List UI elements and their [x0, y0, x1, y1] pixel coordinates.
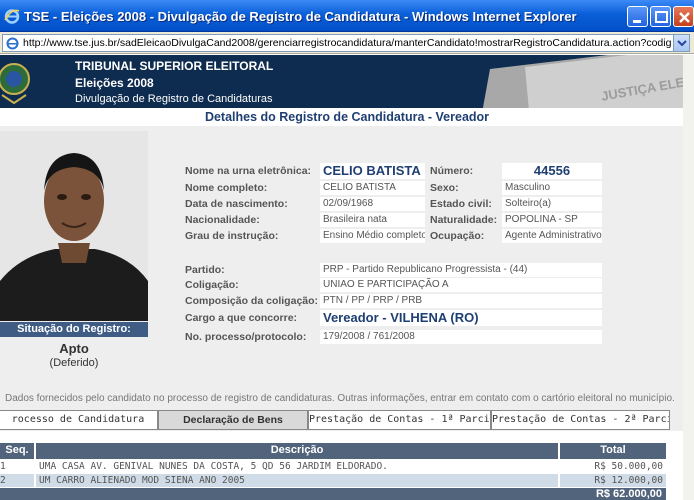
page-icon	[6, 37, 19, 50]
civil-label: Estado civil:	[430, 198, 492, 210]
info-note: Dados fornecidos pelo candidato no proce…	[5, 393, 675, 404]
table-total-row: R$ 62.000,00	[0, 488, 666, 500]
birth-label: Data de nascimento:	[185, 198, 288, 210]
col-header-total: Total	[560, 443, 666, 459]
candidate-photo	[0, 131, 148, 321]
nationality-label: Nacionalidade:	[185, 214, 260, 226]
window-titlebar: TSE - Eleições 2008 - Divulgação de Regi…	[0, 0, 694, 32]
url-text: http://www.tse.jus.br/sadEleicaoDivulgaC…	[23, 37, 671, 49]
maximize-button[interactable]	[650, 6, 671, 27]
org-name: TRIBUNAL SUPERIOR ELEITORAL	[75, 59, 274, 73]
vertical-scrollbar[interactable]	[683, 55, 694, 500]
party-value: PRP - Partido Republicano Progressista -…	[320, 263, 602, 277]
tab-processo-candidatura[interactable]: rocesso de Candidatura	[0, 410, 158, 430]
ballot-name-value: CELIO BATISTA	[320, 163, 425, 179]
nationality-value: Brasileira nata	[320, 213, 425, 227]
window-title: TSE - Eleições 2008 - Divulgação de Regi…	[24, 9, 577, 24]
occupation-label: Ocupação:	[430, 230, 485, 242]
civil-value: Solteiro(a)	[502, 197, 602, 211]
status-label: Situação do Registro:	[0, 322, 148, 337]
coalition-composition-label: Composição da coligação:	[185, 295, 319, 307]
internet-explorer-icon	[4, 9, 20, 24]
row-seq: 2	[0, 474, 34, 487]
close-button[interactable]	[673, 6, 694, 27]
election-name: Eleições 2008	[75, 76, 154, 90]
tab-bar: rocesso de Candidatura Declaração de Ben…	[0, 410, 694, 430]
coalition-composition-value: PTN / PP / PRP / PRB	[320, 294, 602, 308]
close-icon	[679, 12, 690, 23]
number-label: Número:	[430, 165, 474, 177]
page-content: TRIBUNAL SUPERIOR ELEITORAL Eleições 200…	[0, 55, 694, 500]
process-value: 179/2008 / 761/2008	[320, 330, 602, 344]
tab-declaracao-bens[interactable]: Declaração de Bens	[158, 410, 308, 430]
address-bar: http://www.tse.jus.br/sadEleicaoDivulgaC…	[0, 32, 694, 54]
full-name-label: Nome completo:	[185, 182, 268, 194]
url-field[interactable]: http://www.tse.jus.br/sadEleicaoDivulgaC…	[2, 34, 690, 52]
number-value: 44556	[502, 163, 602, 179]
section-title: Detalhes do Registro de Candidatura - Ve…	[0, 108, 694, 126]
assets-total: R$ 62.000,00	[595, 488, 662, 500]
office-value: Vereador - VILHENA (RO)	[320, 310, 602, 326]
row-total: R$ 50.000,00	[560, 460, 666, 473]
birthplace-value: POPOLINA - SP	[502, 213, 602, 227]
ballot-name-label: Nome na urna eletrônica:	[185, 165, 312, 177]
url-dropdown-button[interactable]	[673, 35, 689, 51]
minimize-button[interactable]	[627, 6, 648, 27]
tse-banner: TRIBUNAL SUPERIOR ELEITORAL Eleições 200…	[0, 55, 694, 108]
minimize-icon	[633, 20, 641, 23]
process-label: No. processo/protocolo:	[185, 331, 307, 343]
maximize-icon	[655, 11, 668, 23]
full-name-value: CELIO BATISTA	[320, 181, 425, 195]
education-label: Grau de instrução:	[185, 230, 279, 242]
sex-value: Masculino	[502, 181, 602, 195]
birth-value: 02/09/1968	[320, 197, 425, 211]
sex-label: Sexo:	[430, 182, 459, 194]
status-note: (Deferido)	[49, 357, 99, 369]
table-row: 1 UMA CASA AV. GENIVAL NUNES DA COSTA, 5…	[0, 460, 666, 473]
col-header-desc: Descrição	[36, 443, 558, 459]
row-total: R$ 12.000,00	[560, 474, 666, 487]
coalition-value: UNIAO E PARTICIPAÇÃO A	[320, 278, 602, 292]
coalition-label: Coligação:	[185, 279, 239, 291]
chevron-down-icon	[677, 40, 687, 47]
banner-subtitle: Divulgação de Registro de Candidaturas	[75, 93, 273, 105]
row-desc: UM CARRO ALIENADO MOD SIENA ANO 2005	[36, 474, 558, 487]
table-row: 2 UM CARRO ALIENADO MOD SIENA ANO 2005 R…	[0, 474, 666, 487]
row-desc: UMA CASA AV. GENIVAL NUNES DA COSTA, 5 Q…	[36, 460, 558, 473]
row-seq: 1	[0, 460, 34, 473]
tab-prestacao-contas-1[interactable]: Prestação de Contas - 1ª Parcial	[308, 410, 491, 430]
birthplace-label: Naturalidade:	[430, 214, 498, 226]
col-header-seq: Seq.	[0, 443, 34, 459]
coat-of-arms-icon	[0, 63, 30, 105]
party-label: Partido:	[185, 264, 225, 276]
tab-prestacao-contas-2[interactable]: Prestação de Contas - 2ª Parcial	[491, 410, 670, 430]
justica-eleitoral-stamp: JUSTIÇA ELEITORAL	[482, 55, 694, 108]
education-value: Ensino Médio completo	[320, 229, 425, 243]
status-value: Apto	[59, 341, 89, 356]
occupation-value: Agente Administrativo	[502, 229, 602, 243]
office-label: Cargo a que concorre:	[185, 312, 298, 324]
